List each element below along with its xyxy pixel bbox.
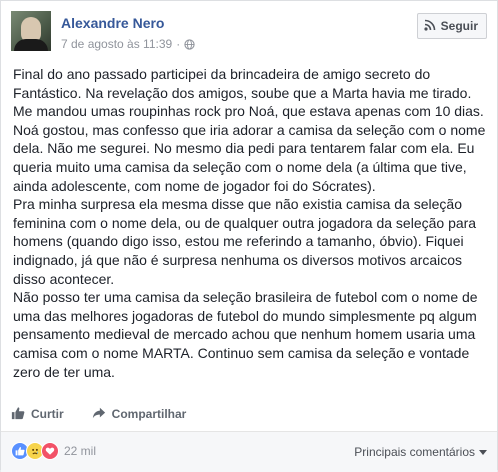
comment-sort-menu[interactable]: Principais comentários bbox=[354, 445, 487, 459]
follow-button[interactable]: Seguir bbox=[416, 13, 487, 39]
post-header: Alexandre Nero 7 de agosto às 11:39 · Se… bbox=[11, 11, 487, 55]
thumbs-up-icon bbox=[11, 406, 25, 423]
follow-label: Seguir bbox=[440, 19, 478, 33]
love-reaction-icon bbox=[41, 442, 59, 460]
meta-separator: · bbox=[176, 37, 181, 51]
post-text: Final do ano passado participei da brinc… bbox=[13, 65, 491, 381]
rss-icon bbox=[424, 19, 436, 34]
post-paragraph: Final do ano passado participei da brinc… bbox=[13, 66, 486, 194]
globe-icon[interactable] bbox=[184, 38, 195, 50]
like-label: Curtir bbox=[31, 407, 64, 421]
author-name[interactable]: Alexandre Nero bbox=[61, 15, 164, 31]
avatar-shirt bbox=[14, 39, 48, 51]
caret-down-icon bbox=[479, 445, 487, 459]
post-actions: Curtir Compartilhar bbox=[11, 399, 487, 429]
sort-label: Principais comentários bbox=[354, 445, 475, 459]
share-arrow-icon bbox=[92, 406, 106, 423]
reactions-summary[interactable]: 22 mil bbox=[11, 442, 96, 460]
post-meta: 7 de agosto às 11:39 · bbox=[61, 37, 195, 51]
post-paragraph: Pra minha surpresa ela mesma disse que n… bbox=[13, 196, 477, 287]
like-button[interactable]: Curtir bbox=[11, 406, 64, 423]
share-button[interactable]: Compartilhar bbox=[92, 406, 187, 423]
avatar[interactable] bbox=[11, 11, 51, 51]
share-label: Compartilhar bbox=[111, 407, 187, 421]
post-date[interactable]: 7 de agosto às 11:39 bbox=[61, 37, 172, 51]
reaction-count: 22 mil bbox=[64, 444, 97, 458]
reactions-footer: 22 mil Principais comentários bbox=[1, 431, 497, 472]
post-card: Alexandre Nero 7 de agosto às 11:39 · Se… bbox=[0, 0, 498, 472]
post-paragraph: Não posso ter uma camisa da seleção bras… bbox=[13, 289, 478, 380]
